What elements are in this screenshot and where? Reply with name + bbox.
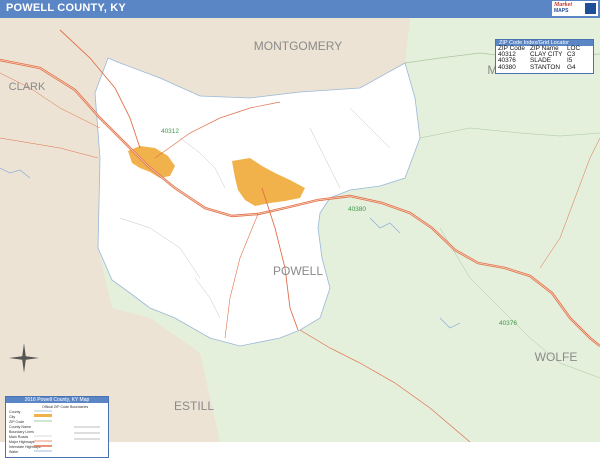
zip-code-cell: 40380: [498, 63, 516, 71]
label-powell: POWELL: [273, 264, 323, 278]
map-legend: 2016 Powell County, KY Map Official ZIP …: [5, 396, 109, 458]
zip-locator-table: ZIP Code Index/Grid Locator ZIP Code ZIP…: [495, 39, 594, 74]
legend-title: 2016 Powell County, KY Map: [6, 397, 108, 403]
label-wolfe: WOLFE: [535, 350, 578, 364]
zip-label-40376: 40376: [499, 320, 517, 327]
label-montgomery: MONTGOMERY: [254, 39, 342, 53]
zip-name-cell: STANTON: [530, 63, 560, 71]
legend-item: Main Roads: [9, 435, 29, 439]
table-row: 40380 STANTON G4: [496, 63, 593, 71]
legend-item: Major Highways: [9, 440, 35, 444]
legend-item: County Name: [9, 425, 31, 429]
clark-county-area: [0, 18, 112, 368]
map-svg: MONTGOMERY MENIFEE CLARK ESTILL WOLFE PO…: [0, 18, 600, 442]
legend-item: City: [9, 415, 16, 419]
brand-logo: Market MAPS: [552, 1, 598, 16]
legend-item: County: [9, 410, 21, 414]
legend-swatches: [34, 410, 100, 452]
label-estill: ESTILL: [174, 399, 214, 413]
legend-item: Water: [9, 450, 19, 454]
logo-mark-icon: [585, 3, 596, 14]
legend-item: ZIP Code: [9, 420, 25, 424]
zip-label-40312: 40312: [161, 128, 179, 135]
title-bar: POWELL COUNTY, KY Market MAPS: [0, 0, 600, 18]
logo-line2: MAPS: [554, 8, 569, 14]
map-title: POWELL COUNTY, KY: [6, 2, 126, 14]
label-clark: CLARK: [9, 81, 46, 93]
zip-loc-cell: G4: [567, 63, 576, 71]
zip-label-40380: 40380: [348, 206, 366, 213]
map-canvas[interactable]: MONTGOMERY MENIFEE CLARK ESTILL WOLFE PO…: [0, 18, 600, 458]
legend-item: Boundary Lines: [9, 430, 34, 434]
